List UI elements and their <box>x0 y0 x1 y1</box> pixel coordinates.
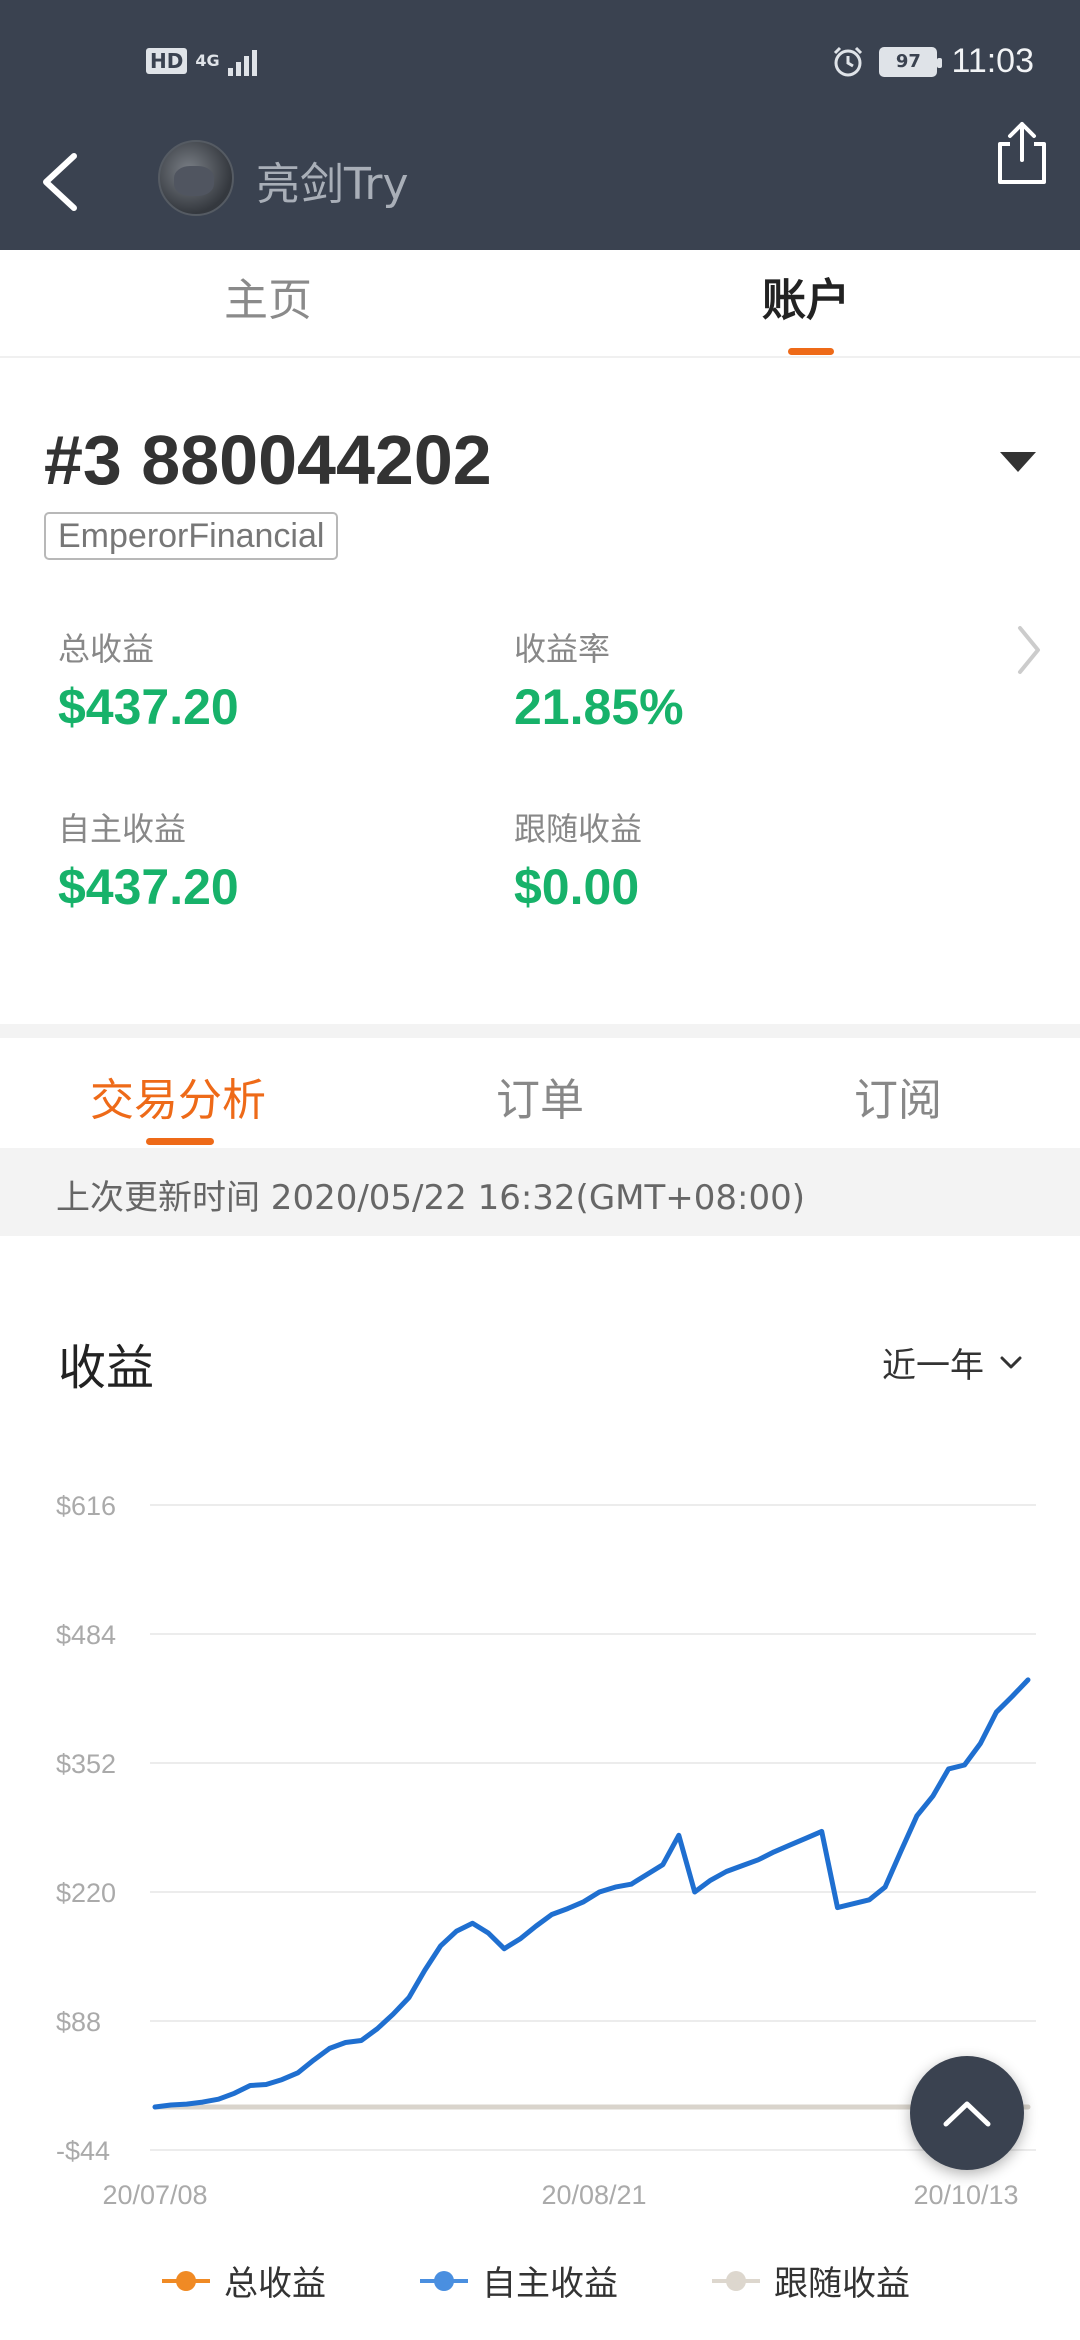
hd-badge: HD <box>146 48 188 74</box>
chevron-down-icon <box>1000 1356 1022 1368</box>
chevron-right-icon[interactable] <box>1014 622 1044 678</box>
account-number: #3 880044202 <box>44 421 492 499</box>
y-tick-label: $88 <box>56 2007 101 2037</box>
section-divider <box>0 1024 1080 1038</box>
update-info-bar: 上次更新时间 2020/05/22 16:32(GMT+08:00) <box>0 1148 1080 1236</box>
range-label: 近一年 <box>882 1346 984 1386</box>
x-tick-label: 20/10/13 <box>913 2180 1018 2210</box>
x-tick-label: 20/08/21 <box>541 2180 646 2210</box>
last-update-text: 上次更新时间 2020/05/22 16:32(GMT+08:00) <box>56 1178 806 1218</box>
range-selector[interactable]: 近一年 <box>882 1338 1024 1387</box>
chart-title: 收益 <box>58 1340 155 1396</box>
tab-home[interactable]: 主页 <box>224 264 312 328</box>
legend-label: 自主收益 <box>482 2264 618 2304</box>
network-indicator: 4G <box>195 51 220 70</box>
legend-label: 跟随收益 <box>774 2264 910 2304</box>
main-tab-bar: 主页 账户 <box>0 250 1080 358</box>
scroll-to-top-button[interactable] <box>910 2056 1024 2170</box>
legend-own-profit[interactable]: 自主收益 <box>420 2256 618 2305</box>
y-tick-label: $352 <box>56 1749 116 1779</box>
avatar[interactable] <box>158 140 234 216</box>
broker-badge: EmperorFinancial <box>44 512 339 560</box>
active-tab-indicator <box>788 348 834 355</box>
stat-own-profit-label: 自主收益 <box>58 810 187 848</box>
battery-icon: 97 <box>879 46 943 77</box>
legend-orange-marker <box>162 2270 210 2291</box>
y-tick-label: $616 <box>56 1491 116 1521</box>
alarm-icon <box>834 46 863 76</box>
share-icon[interactable] <box>992 118 1052 188</box>
y-tick-label: -$44 <box>56 2136 110 2166</box>
stat-total-profit-label: 总收益 <box>58 630 155 668</box>
status-bar: HD 4G 97 11:03 <box>0 42 1080 92</box>
own-profit-line <box>152 1677 1031 2110</box>
legend-follow-profit[interactable]: 跟随收益 <box>712 2256 910 2305</box>
stat-return-rate-label: 收益率 <box>514 630 611 668</box>
stat-own-profit-value: $437.20 <box>58 859 239 915</box>
legend-gray-marker <box>712 2270 760 2291</box>
stat-total-profit-value: $437.20 <box>58 679 239 735</box>
y-tick-label: $220 <box>56 1878 116 1908</box>
stat-follow-profit-label: 跟随收益 <box>514 810 643 848</box>
chevron-up-icon <box>943 2101 991 2127</box>
tab-trade-analysis[interactable]: 交易分析 <box>90 1064 266 1128</box>
stat-return-rate-value: 21.85% <box>514 679 684 735</box>
profile-username: 亮剑Try <box>256 159 409 210</box>
legend-blue-marker <box>420 2270 468 2291</box>
x-tick-label: 20/07/08 <box>102 2180 207 2210</box>
signal-icon <box>227 46 257 76</box>
chart-legend: 总收益 自主收益 跟随收益 <box>0 2256 1080 2306</box>
app-header: HD 4G 97 11:03 亮剑Try <box>0 0 1080 250</box>
back-arrow-icon[interactable] <box>36 148 86 216</box>
tab-account[interactable]: 账户 <box>762 264 850 328</box>
status-time: 11:03 <box>951 42 1034 80</box>
active-subtab-indicator <box>146 1138 214 1145</box>
account-dropdown-icon[interactable] <box>1000 452 1036 472</box>
tab-orders[interactable]: 订单 <box>496 1064 584 1128</box>
legend-total-profit[interactable]: 总收益 <box>162 2256 326 2305</box>
y-tick-label: $484 <box>56 1620 116 1650</box>
tab-subscriptions[interactable]: 订阅 <box>854 1064 942 1128</box>
stat-follow-profit-value: $0.00 <box>514 859 640 915</box>
legend-label: 总收益 <box>224 2264 326 2304</box>
